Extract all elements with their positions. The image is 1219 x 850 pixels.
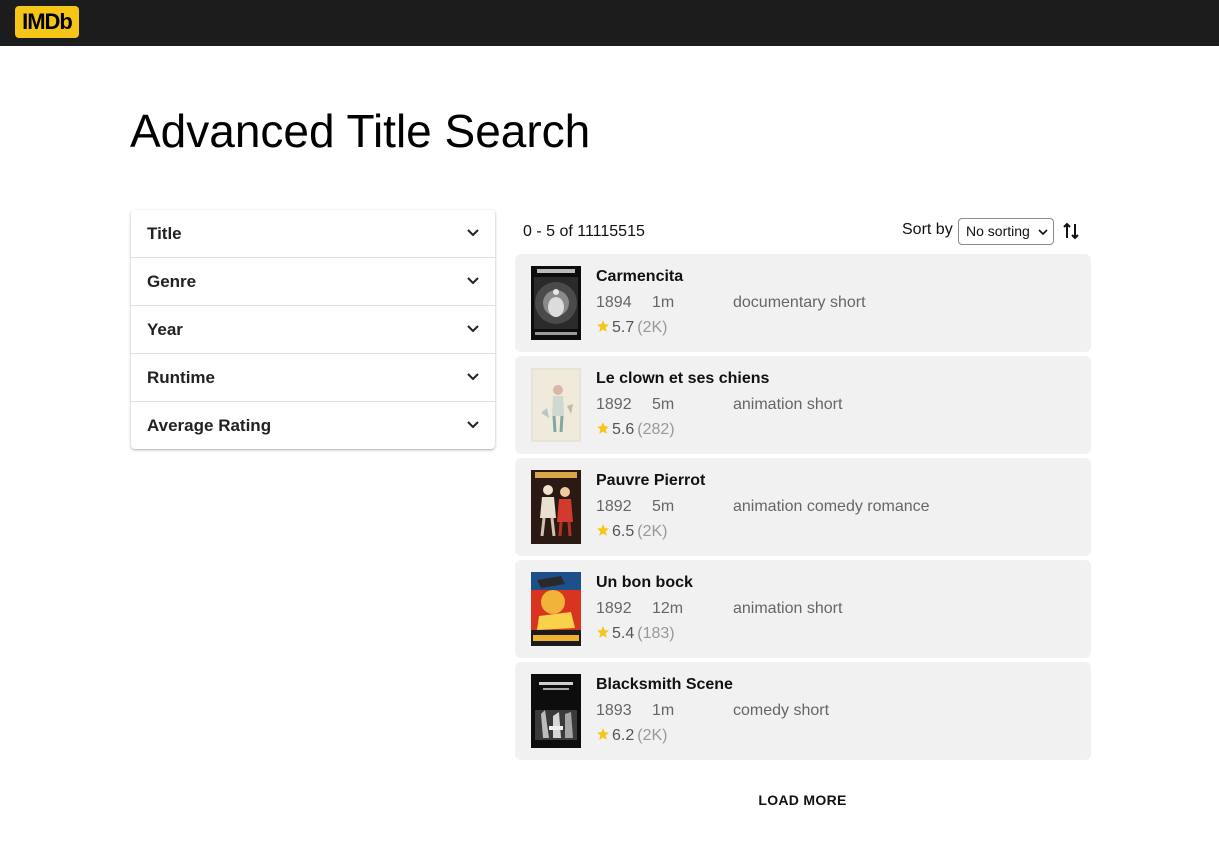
star-icon — [597, 728, 609, 740]
page-title: Advanced Title Search — [130, 105, 591, 157]
filter-label: Title — [147, 224, 182, 243]
rating-value: 5.6 — [612, 421, 635, 438]
rating-value: 6.2 — [612, 727, 635, 744]
filter-genre[interactable]: Genre — [131, 258, 495, 306]
chevron-down-icon — [467, 277, 479, 285]
sort-select-value: No sorting — [966, 223, 1030, 239]
star-icon — [597, 320, 609, 332]
vote-count: (183) — [637, 625, 675, 642]
result-card[interactable]: Pauvre Pierrot 1892 5m animation comedy … — [515, 458, 1091, 556]
filter-year[interactable]: Year — [131, 306, 495, 354]
filter-title[interactable]: Title — [131, 210, 495, 258]
star-icon — [597, 626, 609, 638]
filter-label: Genre — [147, 272, 197, 291]
vote-count: (2K) — [637, 727, 668, 744]
poster-carmencita[interactable] — [531, 266, 581, 340]
result-runtime: 5m — [652, 396, 675, 413]
poster-le-clown[interactable] — [531, 368, 581, 442]
result-year: 1892 — [596, 498, 632, 515]
chevron-down-icon — [467, 421, 479, 429]
filter-label: Runtime — [147, 368, 215, 387]
result-year: 1892 — [596, 396, 632, 413]
filter-average-rating[interactable]: Average Rating — [131, 402, 495, 449]
results-count: 0 - 5 of 11115515 — [523, 223, 645, 240]
result-runtime: 12m — [652, 600, 684, 617]
result-title[interactable]: Blacksmith Scene — [596, 676, 733, 694]
result-card[interactable]: Blacksmith Scene 1893 1m comedy short 6.… — [515, 662, 1091, 760]
result-rating: 5.4 (183) — [596, 625, 675, 643]
result-year: 1894 — [596, 294, 632, 311]
result-title[interactable]: Un bon bock — [596, 574, 693, 592]
result-year: 1892 — [596, 600, 632, 617]
rating-value: 5.4 — [612, 625, 635, 642]
rating-value: 5.7 — [612, 319, 635, 336]
result-card[interactable]: Un bon bock 1892 12m animation short 5.4… — [515, 560, 1091, 658]
chevron-down-icon — [1038, 229, 1048, 236]
poster-un-bon-bock[interactable] — [531, 572, 581, 646]
result-runtime: 1m — [652, 294, 675, 311]
filters-panel: Title Genre Year Runtime Average Rating — [131, 210, 495, 449]
imdb-logo[interactable]: IMDb — [15, 6, 79, 38]
result-runtime: 5m — [652, 498, 675, 515]
filter-runtime[interactable]: Runtime — [131, 354, 495, 402]
sort-label: Sort by — [902, 221, 953, 238]
swap-vertical-icon[interactable] — [1062, 221, 1080, 241]
result-card[interactable]: Le clown et ses chiens 1892 5m animation… — [515, 356, 1091, 454]
poster-blacksmith-scene[interactable] — [531, 674, 581, 748]
chevron-down-icon — [467, 229, 479, 237]
vote-count: (282) — [637, 421, 675, 438]
result-rating: 5.7 (2K) — [596, 319, 667, 337]
vote-count: (2K) — [637, 319, 668, 336]
filter-label: Average Rating — [147, 416, 272, 435]
chevron-down-icon — [467, 373, 479, 381]
result-title[interactable]: Carmencita — [596, 268, 683, 286]
load-more-button[interactable]: LOAD MORE — [740, 792, 865, 808]
result-runtime: 1m — [652, 702, 675, 719]
result-genres: comedy short — [733, 702, 830, 719]
poster-pauvre-pierrot[interactable] — [531, 470, 581, 544]
star-icon — [597, 524, 609, 536]
star-icon — [597, 422, 609, 434]
sort-select[interactable]: No sorting — [958, 218, 1054, 245]
result-rating: 6.5 (2K) — [596, 523, 667, 541]
result-genres: animation short — [733, 600, 843, 617]
result-title[interactable]: Pauvre Pierrot — [596, 472, 705, 490]
result-genres: documentary short — [733, 294, 866, 311]
result-genres: animation short — [733, 396, 843, 413]
rating-value: 6.5 — [612, 523, 635, 540]
result-genres: animation comedy romance — [733, 498, 930, 515]
results-list: Carmencita 1894 1m documentary short 5.7… — [515, 254, 1091, 764]
top-navbar: IMDb — [0, 0, 1219, 46]
result-rating: 5.6 (282) — [596, 421, 675, 439]
result-rating: 6.2 (2K) — [596, 727, 667, 745]
chevron-down-icon — [467, 325, 479, 333]
vote-count: (2K) — [637, 523, 668, 540]
result-card[interactable]: Carmencita 1894 1m documentary short 5.7… — [515, 254, 1091, 352]
filter-label: Year — [147, 320, 183, 339]
result-title[interactable]: Le clown et ses chiens — [596, 370, 769, 388]
result-year: 1893 — [596, 702, 632, 719]
